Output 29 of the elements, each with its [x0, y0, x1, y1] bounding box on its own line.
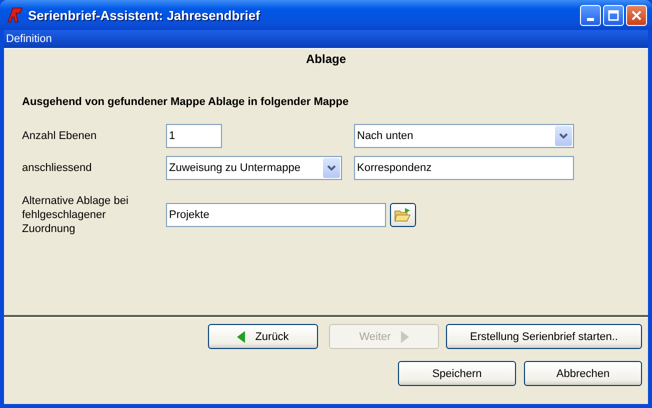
nav-button[interactable]: Erstellung Serienbrief starten..: [446, 324, 642, 349]
nav-button[interactable]: Zurück: [208, 324, 318, 349]
dialog-button[interactable]: Speichern: [398, 361, 516, 386]
right-arrow-icon: [400, 330, 409, 342]
maximize-icon: [608, 10, 619, 20]
field-label: Anzahl Ebenen: [22, 129, 98, 143]
left-arrow-icon: [237, 330, 246, 342]
window-title: Serienbrief-Assistent: Jahresendbrief: [28, 8, 261, 22]
browse-folder-button[interactable]: [390, 203, 416, 227]
minimize-icon: [587, 18, 594, 20]
menu-item[interactable]: Definition: [4, 33, 54, 45]
chevron-down-icon: [327, 165, 336, 171]
input-field[interactable]: Projekte: [166, 203, 386, 227]
dropdown[interactable]: Nach unten: [354, 124, 574, 148]
close-icon: [631, 10, 642, 20]
input-field[interactable]: 1: [166, 124, 222, 148]
chevron-down-icon: [559, 133, 568, 139]
dialog-button[interactable]: Abbrechen: [524, 361, 642, 386]
maximize-button[interactable]: [603, 4, 624, 26]
dropdown[interactable]: Zuweisung zu Untermappe: [166, 156, 342, 180]
field-label: Alternative Ablage bei fehlgeschlagener Zuordnung: [22, 194, 130, 236]
app-logo-icon: [7, 7, 23, 23]
minimize-button[interactable]: [580, 4, 601, 26]
section-title: Ablage: [304, 52, 347, 66]
section-heading: Ausgehend von gefundener Mappe Ablage in folgender Mappe: [22, 96, 350, 108]
input-field[interactable]: Korrespondenz: [354, 156, 574, 180]
folder-icon: [394, 207, 412, 223]
field-label: anschliessend: [22, 161, 93, 175]
close-button[interactable]: [626, 4, 647, 26]
